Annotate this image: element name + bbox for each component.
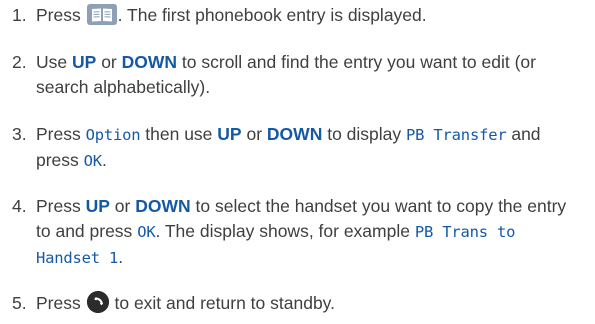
down-key-label: DOWN xyxy=(135,196,191,216)
step-5-rest: to exit and return to standby. xyxy=(114,293,335,313)
press-text: Press xyxy=(36,124,81,144)
phonebook-icon xyxy=(86,3,117,25)
down-key-label: DOWN xyxy=(121,52,178,72)
step-number: 1. xyxy=(12,5,27,25)
or-text: or xyxy=(101,52,117,72)
use-text: Use xyxy=(36,52,68,72)
end-call-icon xyxy=(86,291,109,314)
up-key-label: UP xyxy=(85,196,110,216)
step-text: Press . The first phonebook entry is dis… xyxy=(36,3,584,28)
step-number: 2. xyxy=(12,52,27,72)
to-display-text: to display xyxy=(327,124,402,144)
or-text: or xyxy=(246,124,263,144)
display-shows-text: . The display shows, for example xyxy=(155,221,410,241)
step-text: Press UP or DOWN to select the handset y… xyxy=(36,194,584,271)
option-display-label: Option xyxy=(85,126,141,144)
period: . xyxy=(101,150,107,170)
down-key-label: DOWN xyxy=(266,124,323,144)
step-number: 3. xyxy=(12,124,27,144)
step-number: 4. xyxy=(12,196,27,216)
press-text: Press xyxy=(36,293,81,313)
pb-transfer-display-label: PB Transfer xyxy=(406,126,507,144)
then-use-text: then use xyxy=(145,124,213,144)
up-key-label: UP xyxy=(217,124,242,144)
step-text: Press Option then use UP or DOWN to disp… xyxy=(36,122,584,174)
step-text: Use UP or DOWN to scroll and find the en… xyxy=(36,50,584,100)
up-key-label: UP xyxy=(72,52,97,72)
ok-display-label: OK xyxy=(137,223,156,241)
press-text: Press xyxy=(36,196,81,216)
ok-display-label: OK xyxy=(83,152,102,170)
press-text: Press xyxy=(36,5,81,25)
step-number: 5. xyxy=(12,293,27,313)
or-text: or xyxy=(114,196,131,216)
period: . xyxy=(118,247,124,267)
step-text: Press to exit and return to standby. xyxy=(36,291,584,316)
step-1-rest: . The first phonebook entry is displayed… xyxy=(117,5,427,25)
